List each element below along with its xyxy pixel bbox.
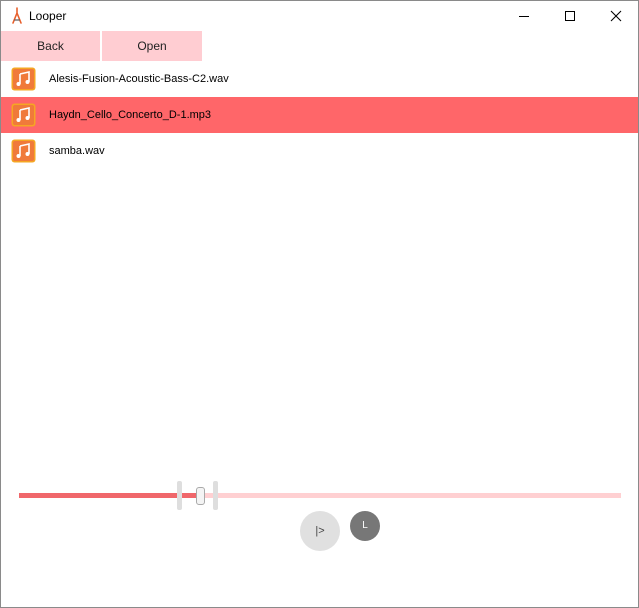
tuning-fork-icon	[12, 7, 22, 24]
music-file-icon	[11, 139, 36, 163]
back-button[interactable]: Back	[1, 31, 100, 61]
file-row[interactable]: Alesis-Fusion-Acoustic-Bass-C2.wav	[1, 61, 638, 97]
file-list: Alesis-Fusion-Acoustic-Bass-C2.wav Haydn…	[1, 61, 638, 169]
loop-end-handle[interactable]	[213, 481, 218, 510]
music-file-icon	[11, 103, 36, 127]
file-name: Alesis-Fusion-Acoustic-Bass-C2.wav	[49, 73, 229, 85]
play-button[interactable]: |>	[300, 511, 340, 551]
slider-thumb[interactable]	[196, 487, 205, 505]
minimize-button[interactable]	[501, 1, 547, 31]
maximize-button[interactable]	[547, 1, 593, 31]
file-name: Haydn_Cello_Concerto_D-1.mp3	[49, 109, 212, 121]
window-title: Looper	[29, 9, 67, 23]
minimize-icon	[519, 16, 529, 17]
close-button[interactable]	[593, 1, 639, 31]
music-file-icon	[11, 67, 36, 91]
slider-progress-fill	[19, 493, 200, 498]
close-icon	[610, 10, 622, 22]
loop-start-handle[interactable]	[177, 481, 182, 510]
open-button[interactable]: Open	[102, 31, 202, 61]
looper-window: Looper Back Open Alesis-Fusion-Acoustic-…	[0, 0, 639, 608]
maximize-icon	[565, 11, 575, 21]
file-row-selected[interactable]: Haydn_Cello_Concerto_D-1.mp3	[1, 97, 638, 133]
loop-button[interactable]: L	[350, 511, 380, 541]
file-row[interactable]: samba.wav	[1, 133, 638, 169]
title-bar[interactable]: Looper	[1, 1, 638, 31]
file-name: samba.wav	[49, 145, 105, 157]
playback-slider[interactable]	[19, 481, 621, 511]
